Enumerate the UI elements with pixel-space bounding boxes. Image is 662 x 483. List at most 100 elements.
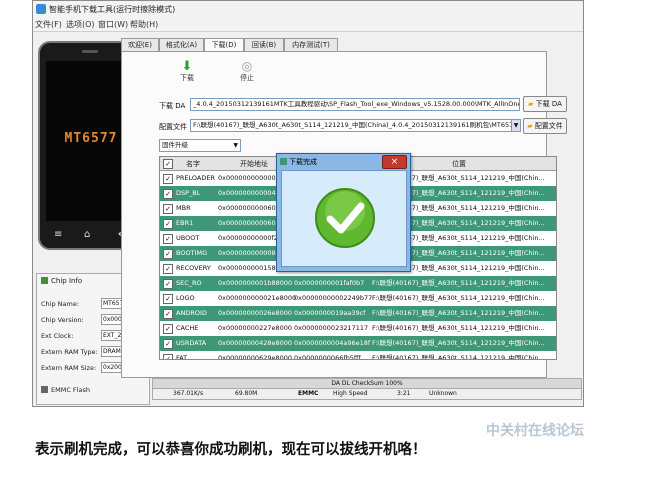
stop-button-label: 停止: [240, 74, 254, 82]
partition-name: UBOOT: [176, 234, 200, 242]
partition-name: CACHE: [176, 324, 199, 332]
status-storage: EMMC: [298, 390, 319, 397]
title-bar: 智能手机下载工具(运行时擦除模式): [33, 1, 583, 18]
row-checkbox[interactable]: ✓: [163, 189, 173, 199]
scatter-dropdown-arrow-icon[interactable]: ▼: [511, 119, 521, 132]
row-checkbox[interactable]: ✓: [163, 174, 173, 184]
home-key-icon: ⌂: [84, 229, 91, 240]
status-speed: 367.01K/s: [173, 390, 204, 397]
download-button[interactable]: ⬇ 下载: [176, 60, 198, 83]
partition-name: EBR1: [176, 219, 194, 227]
dialog-body: [281, 170, 407, 267]
status-bar: 367.01K/s 69.80M EMMC High Speed 3:21 Un…: [152, 388, 582, 400]
start-address: 0x00000000629e8000: [218, 354, 293, 360]
row-checkbox[interactable]: ✓: [163, 234, 173, 244]
da-label: 下载 DA: [159, 102, 186, 110]
stop-icon: ◎: [241, 59, 253, 73]
row-checkbox[interactable]: ✓: [163, 279, 173, 289]
table-row[interactable]: ✓ LOGO 0x000000000021e8000 0x00000000002249…: [160, 291, 556, 306]
stop-button[interactable]: ◎ 停止: [236, 60, 258, 83]
end-address: 0x0000000023217117: [294, 324, 369, 332]
menu-file[interactable]: 文件(F): [35, 19, 62, 30]
row-checkbox[interactable]: ✓: [163, 309, 173, 319]
dialog-title: 下载完成: [289, 158, 317, 166]
menu-key-icon: ≡: [54, 229, 63, 240]
mode-select[interactable]: 固件升级 ▼: [159, 139, 241, 152]
ext-clock-label: Ext Clock:: [41, 332, 74, 340]
app-icon: [36, 4, 46, 14]
tab-readback[interactable]: 回读(B): [244, 38, 284, 51]
row-checkbox[interactable]: ✓: [163, 339, 173, 349]
partition-name: USRDATA: [176, 339, 207, 347]
tab-format[interactable]: 格式化(A): [159, 38, 204, 51]
partition-name: LOGO: [176, 294, 195, 302]
scatter-load-button-label: 配置文件: [534, 122, 563, 130]
end-address: 0x0000000019aa39cf: [294, 309, 366, 317]
status-mode: High Speed: [333, 390, 368, 397]
partition-name: BOOTIMG: [176, 249, 208, 257]
chip-info-title: Chip Info: [51, 277, 83, 285]
dialog-close-button[interactable]: ×: [382, 155, 407, 169]
row-checkbox[interactable]: ✓: [163, 294, 173, 304]
partition-name: MBR: [176, 204, 191, 212]
window-title: 智能手机下载工具(运行时擦除模式): [49, 5, 176, 14]
end-address: 0x0000000001faf0b7: [294, 279, 365, 287]
row-checkbox[interactable]: ✓: [163, 204, 173, 214]
status-size: 69.80M: [235, 390, 258, 397]
status-extra: Unknown: [429, 390, 457, 397]
speaker-slot: [82, 50, 98, 53]
menu-window[interactable]: 窗口(W): [98, 19, 128, 30]
col-location-header: 位置: [452, 160, 466, 168]
start-address: 0x00000000227e8000: [218, 324, 293, 332]
end-address: 0x0000000066fb5fff: [294, 354, 361, 360]
tab-memory-test[interactable]: 内存测试(T): [284, 38, 338, 51]
download-button-label: 下载: [180, 74, 194, 82]
tab-download[interactable]: 下载(D): [204, 38, 244, 52]
col-start-header: 开始地址: [240, 160, 268, 168]
menu-bar: 文件(F) 选项(O) 窗口(W) 帮助(H): [33, 17, 583, 32]
table-row[interactable]: ✓ USRDATA 0x00000000428e8000 0x0000000004a9…: [160, 336, 556, 351]
table-row[interactable]: ✓ FAT 0x00000000629e8000 0x0000000066fb5fff…: [160, 351, 556, 360]
watermark: 中关村在线论坛: [486, 423, 584, 439]
partition-name: PRELOADER: [176, 174, 216, 182]
table-row[interactable]: ✓ SEC_RO 0x0000000001b88000 0x0000000001faf…: [160, 276, 556, 291]
select-all-checkbox[interactable]: ✓: [163, 159, 173, 169]
status-time: 3:21: [397, 390, 411, 397]
partition-name: SEC_RO: [176, 279, 202, 287]
download-arrow-icon: ⬇: [181, 59, 193, 74]
partition-name: DSP_BL: [176, 189, 201, 197]
partition-name: ANDROID: [176, 309, 207, 317]
folder-icon: ▰: [528, 100, 534, 108]
end-address: 0x0000000004a96e18f: [294, 339, 371, 347]
partition-location: F:\联想(40167)_联想_A630t_S114_121219_中国(Chi…: [372, 309, 545, 317]
tab-welcome[interactable]: 欢迎(E): [121, 38, 159, 51]
col-name-header: 名字: [186, 160, 200, 168]
menu-help[interactable]: 帮助(H): [130, 19, 158, 30]
partition-location: F:\联想(40167)_联想_A630t_S114_121219_中国(Chi…: [372, 339, 545, 347]
flash-type-label: EMMC Flash: [51, 386, 90, 394]
success-check-icon: [315, 188, 375, 248]
end-address: 0x00000000002249b77: [294, 294, 373, 302]
flash-icon: [41, 386, 48, 393]
dialog-app-icon: [280, 158, 287, 165]
scatter-path-field[interactable]: F:\联想(40167)_联想_A630t_A630t_S114_121219_…: [190, 119, 514, 132]
table-row[interactable]: ✓ ANDROID 0x00000000026e8000 0x0000000019aa…: [160, 306, 556, 321]
row-checkbox[interactable]: ✓: [163, 324, 173, 334]
da-path-field[interactable]: _4.0.4_20150312139161MTK工具教程驱动\SP_Flash_…: [190, 98, 520, 111]
da-load-button-label: 下载 DA: [535, 100, 562, 108]
partition-name: FAT: [176, 354, 188, 360]
da-load-button[interactable]: ▰ 下载 DA: [523, 96, 567, 112]
menu-options[interactable]: 选项(O): [66, 19, 95, 30]
chip-icon: [41, 277, 48, 284]
row-checkbox[interactable]: ✓: [163, 249, 173, 259]
row-checkbox[interactable]: ✓: [163, 264, 173, 274]
scatter-load-button[interactable]: ▰ 配置文件: [523, 118, 567, 134]
row-checkbox[interactable]: ✓: [163, 219, 173, 229]
folder-icon: ▰: [527, 122, 533, 130]
ram-type-label: Extern RAM Type:: [41, 348, 98, 356]
partition-location: F:\联想(40167)_联想_A630t_S114_121219_中国(Chi…: [372, 354, 545, 360]
table-row[interactable]: ✓ CACHE 0x00000000227e8000 0x00000000232171…: [160, 321, 556, 336]
row-checkbox[interactable]: ✓: [163, 354, 173, 359]
chip-version-label: Chip Version:: [41, 316, 84, 324]
start-address: 0x0000000001b88000: [218, 279, 293, 287]
